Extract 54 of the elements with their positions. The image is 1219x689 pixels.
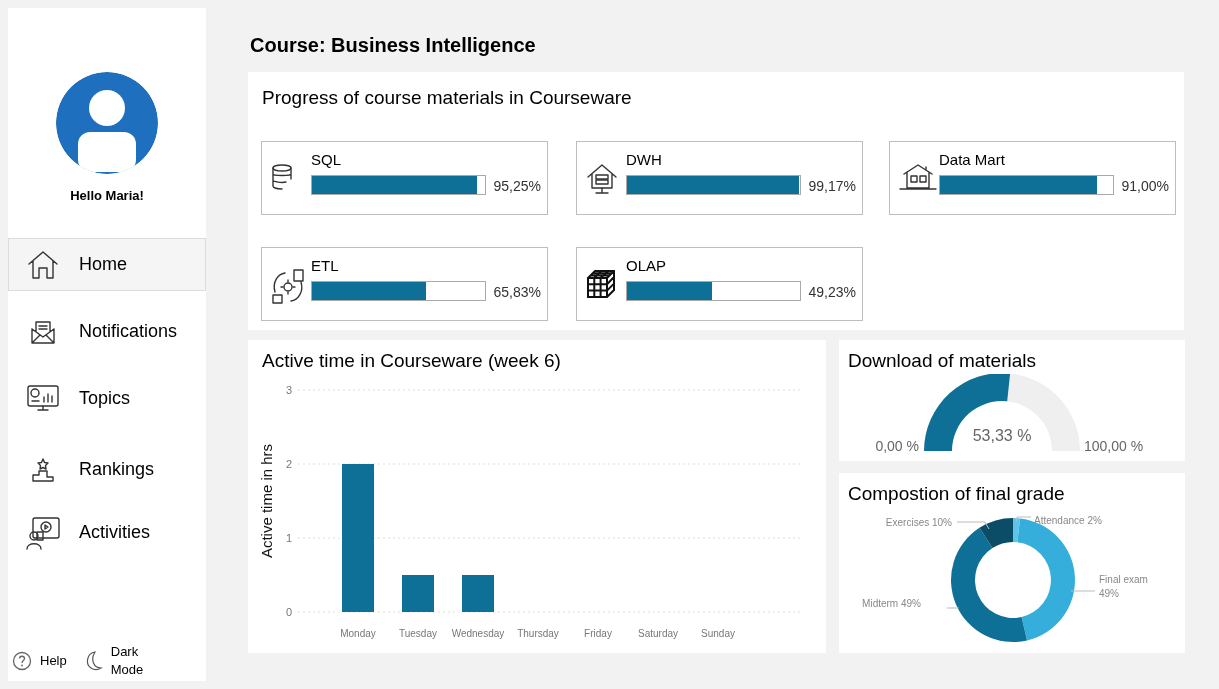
nav-item[interactable]: Home — [8, 238, 206, 291]
nav-item[interactable]: Topics — [8, 372, 206, 425]
material-name: SQL — [311, 150, 341, 170]
leader-line — [946, 607, 960, 609]
page-title: Course: Business Intelligence — [250, 33, 537, 56]
slice-label: Exercises 10% — [885, 517, 952, 528]
chart-title: Compostion of final grade — [847, 482, 1066, 506]
gauge-max-label: 100,00 % — [1084, 438, 1144, 454]
axis-title: Active time in hrs — [258, 443, 275, 559]
axis-tick-label: Friday — [584, 628, 612, 639]
axis-tick-label: 3 — [285, 384, 292, 396]
axis-tick-label: Wednesday — [451, 628, 505, 639]
material-name: DWH — [626, 150, 662, 170]
slice-label: Midterm 49% — [862, 598, 921, 609]
nav-item[interactable]: Activities — [8, 506, 206, 559]
material-name: Data Mart — [939, 150, 1005, 170]
store-building-icon — [898, 162, 938, 192]
dark-mode-button[interactable]: Dark Mode — [82, 643, 151, 679]
nav-item[interactable]: Notifications — [8, 305, 206, 358]
progress-reading: 91,00% — [1121, 177, 1169, 196]
leader-line — [1015, 516, 1032, 523]
help-button[interactable]: Help — [12, 651, 67, 671]
help-icon — [12, 651, 32, 671]
etl-process-icon — [270, 268, 306, 306]
axis-tick-label: Monday — [340, 628, 376, 639]
nav-item[interactable]: Rankings — [8, 443, 206, 496]
material-name: OLAP — [626, 256, 667, 276]
slice-label: Attendance 2% — [1034, 515, 1102, 526]
panel-title: Download of materials — [847, 349, 1037, 373]
axis-tick-label: Saturday — [638, 628, 678, 639]
cube-grid-icon — [585, 268, 617, 300]
panel-title: Progress of course materials in Courseware — [262, 86, 632, 110]
axis-tick-label: 0 — [285, 606, 292, 618]
slice-label: Final exam 49% — [1099, 574, 1148, 599]
bar — [402, 575, 434, 612]
axis-tick-label: Sunday — [701, 628, 735, 639]
axis-tick-label: 2 — [285, 458, 292, 470]
axis-tick-label: Tuesday — [399, 628, 437, 639]
progress-reading: 95,25% — [493, 177, 541, 196]
progress-reading: 99,17% — [808, 177, 856, 196]
axis-tick-label: 1 — [285, 532, 292, 544]
material-name: ETL — [311, 256, 339, 276]
bar — [462, 575, 494, 612]
axis-tick-label: Thursday — [517, 628, 559, 639]
video-lesson-icon — [23, 515, 63, 550]
progress-reading: 65,83% — [493, 283, 541, 302]
gauge-reading: 53,33 % — [972, 427, 1032, 444]
leader-line — [1070, 590, 1096, 592]
chart-title: Active time in Courseware (week 6) — [261, 349, 562, 373]
leader-line — [956, 521, 990, 530]
gauge-min-label: 0,00 % — [875, 438, 919, 454]
greeting: Hello Maria! — [70, 187, 144, 205]
progress-reading: 49,23% — [808, 283, 856, 302]
house-server-icon — [585, 162, 619, 196]
